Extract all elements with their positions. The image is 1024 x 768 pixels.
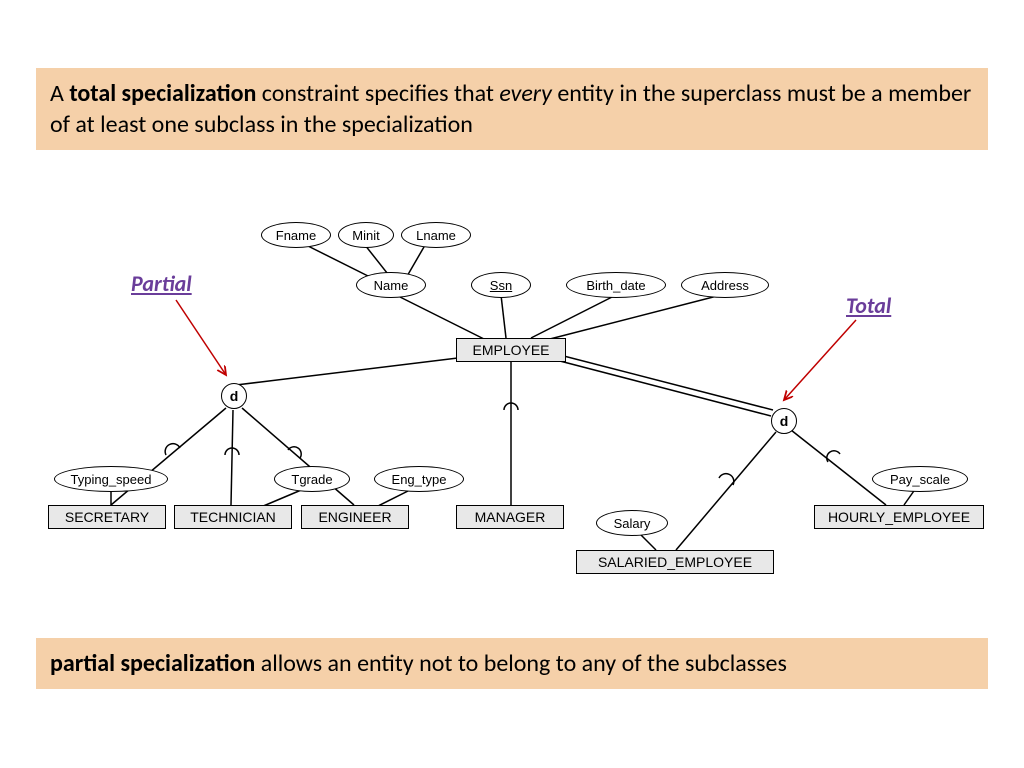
- top-text-bold: total specialization: [69, 79, 256, 108]
- disjoint-left: d: [221, 383, 247, 409]
- disjoint-right: d: [771, 408, 797, 434]
- attr-tgrade: Tgrade: [274, 466, 350, 492]
- eer-diagram: Fname Minit Lname Name Ssn Birth_date Ad…: [36, 210, 988, 620]
- top-text-box: A total specialization constraint specif…: [36, 68, 988, 150]
- attr-lname: Lname: [401, 222, 471, 248]
- attr-payscale: Pay_scale: [872, 466, 968, 492]
- attr-name: Name: [356, 272, 426, 298]
- attr-minit: Minit: [338, 222, 394, 248]
- top-text-pre: A: [50, 79, 69, 108]
- top-text-ital: every: [499, 79, 552, 108]
- entity-engineer: ENGINEER: [301, 505, 409, 529]
- label-total: Total: [846, 292, 891, 319]
- entity-employee: EMPLOYEE: [456, 338, 566, 362]
- entity-secretary: SECRETARY: [48, 505, 166, 529]
- entity-technician: TECHNICIAN: [174, 505, 292, 529]
- entity-salaried-employee: SALARIED_EMPLOYEE: [576, 550, 774, 574]
- attr-fname: Fname: [261, 222, 331, 248]
- attr-address: Address: [681, 272, 769, 298]
- top-text-mid: constraint specifies that: [256, 79, 499, 108]
- attr-typingspeed: Typing_speed: [54, 466, 168, 492]
- attr-salary: Salary: [596, 510, 668, 536]
- bottom-text-post: allows an entity not to belong to any of…: [255, 649, 787, 678]
- entity-manager: MANAGER: [456, 505, 564, 529]
- attr-birthdate: Birth_date: [566, 272, 666, 298]
- label-partial: Partial: [131, 270, 192, 297]
- attr-ssn: Ssn: [471, 272, 531, 298]
- bottom-text-bold: partial specialization: [50, 649, 255, 678]
- bottom-text-box: partial specialization allows an entity …: [36, 638, 988, 689]
- attr-engtype: Eng_type: [374, 466, 464, 492]
- entity-hourly-employee: HOURLY_EMPLOYEE: [814, 505, 984, 529]
